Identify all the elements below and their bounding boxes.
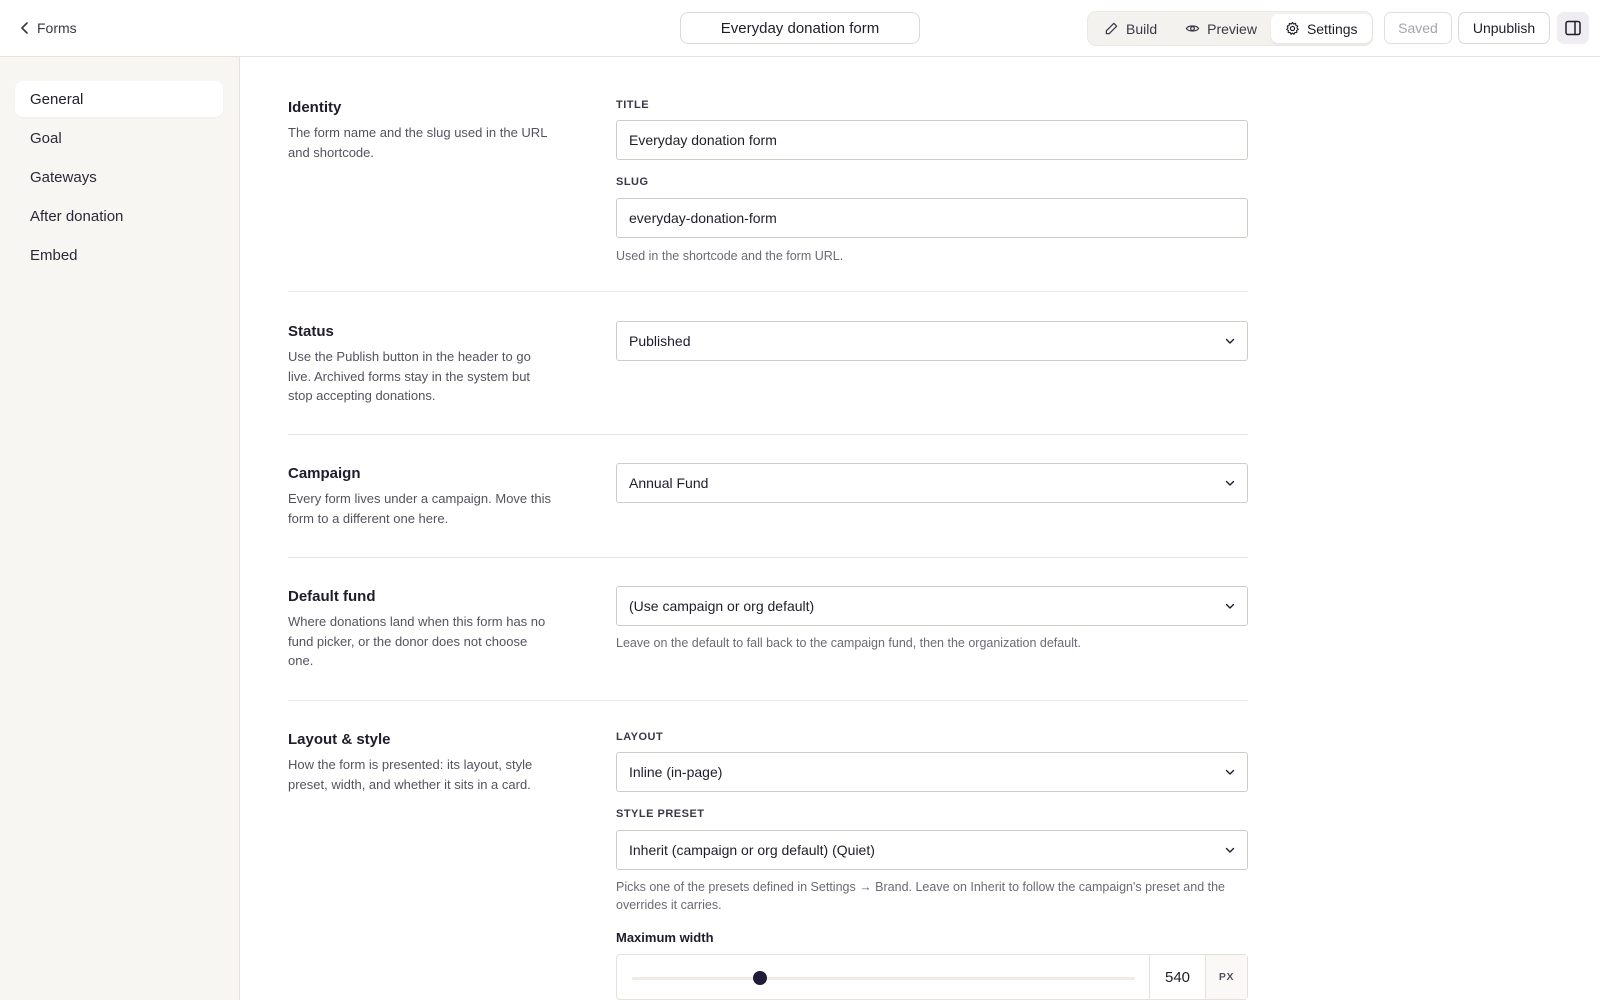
- tab-settings-label: Settings: [1306, 20, 1358, 37]
- style-preset-label: STYLE PRESET: [616, 808, 705, 820]
- sidebar-panel-icon: [1565, 20, 1581, 36]
- campaign-value: Annual Fund: [629, 475, 709, 491]
- unpublish-button[interactable]: Unpublish: [1458, 12, 1550, 44]
- chevron-left-icon: [21, 22, 28, 34]
- eye-icon: [1185, 25, 1200, 32]
- max-width-slider-thumb[interactable]: [753, 971, 768, 985]
- tab-preview-label: Preview: [1207, 20, 1257, 37]
- default-fund-help-text: Leave on the default to fall back to the…: [616, 636, 1081, 650]
- gear-icon: [1286, 21, 1299, 35]
- status-select[interactable]: Published: [616, 321, 1248, 361]
- default-fund-select[interactable]: (Use campaign or org default): [616, 586, 1248, 626]
- chevron-down-icon: [1225, 769, 1235, 775]
- sidebar-item-after-donation[interactable]: After donation: [15, 198, 223, 234]
- max-width-slider-track[interactable]: [632, 977, 1135, 980]
- default-fund-description: Where donations land when this form has …: [288, 614, 546, 669]
- max-width-control: 540 PX: [616, 954, 1248, 1000]
- tab-preview[interactable]: Preview: [1171, 14, 1271, 43]
- sidebar-item-general[interactable]: General: [15, 81, 223, 117]
- section-divider: [288, 557, 1248, 558]
- default-fund-title: Default fund: [288, 588, 376, 605]
- tab-build-label: Build: [1126, 20, 1158, 37]
- saved-button[interactable]: Saved: [1384, 12, 1452, 44]
- toggle-panel-button[interactable]: [1557, 12, 1589, 44]
- form-title-field[interactable]: Everyday donation form: [680, 12, 920, 44]
- style-preset-select[interactable]: Inherit (campaign or org default) (Quiet…: [616, 830, 1248, 870]
- back-to-forms-link[interactable]: Forms: [20, 18, 77, 38]
- back-label: Forms: [37, 20, 77, 36]
- style-preset-help-text: Picks one of the presets defined in Sett…: [616, 880, 1226, 912]
- identity-description: The form name and the slug used in the U…: [288, 125, 547, 160]
- status-description: Use the Publish button in the header to …: [288, 349, 531, 404]
- default-fund-value: (Use campaign or org default): [629, 598, 815, 614]
- tab-settings[interactable]: Settings: [1270, 14, 1372, 43]
- layout-select[interactable]: Inline (in-page): [616, 752, 1248, 792]
- sidebar-item-embed[interactable]: Embed: [15, 237, 223, 273]
- max-width-input[interactable]: 540: [1149, 955, 1205, 999]
- slug-label: SLUG: [616, 176, 649, 188]
- slug-input[interactable]: everyday-donation-form: [616, 198, 1248, 238]
- section-divider: [288, 700, 1248, 701]
- settings-main: Identity The form name and the slug used…: [240, 57, 1600, 1000]
- layout-style-description: How the form is presented: its layout, s…: [288, 757, 533, 792]
- campaign-title: Campaign: [288, 465, 361, 482]
- title-label: TITLE: [616, 99, 650, 111]
- campaign-select[interactable]: Annual Fund: [616, 463, 1248, 503]
- section-divider: [288, 434, 1248, 435]
- layout-value: Inline (in-page): [629, 764, 723, 780]
- layout-label: LAYOUT: [616, 731, 664, 743]
- status-value: Published: [629, 333, 691, 349]
- chevron-down-icon: [1225, 338, 1235, 344]
- sidebar-item-gateways[interactable]: Gateways: [15, 159, 223, 195]
- settings-sidebar: General Goal Gateways After donation Emb…: [0, 57, 240, 1000]
- tab-build[interactable]: Build: [1090, 14, 1171, 43]
- chevron-down-icon: [1225, 847, 1235, 853]
- sidebar-item-goal[interactable]: Goal: [15, 120, 223, 156]
- campaign-description: Every form lives under a campaign. Move …: [288, 491, 551, 526]
- section-divider: [288, 291, 1248, 292]
- pencil-icon: [1105, 22, 1118, 35]
- identity-title: Identity: [288, 99, 342, 116]
- layout-style-title: Layout & style: [288, 731, 391, 748]
- slug-help-text: Used in the shortcode and the form URL.: [616, 249, 844, 263]
- mode-tabs: Build Preview Settings: [1087, 11, 1373, 46]
- max-width-label: Maximum width: [616, 930, 714, 945]
- status-title: Status: [288, 323, 334, 340]
- chevron-down-icon: [1225, 480, 1235, 486]
- style-preset-value: Inherit (campaign or org default) (Quiet…: [629, 842, 875, 858]
- top-bar: Forms Everyday donation form Build Previ…: [0, 0, 1600, 57]
- max-width-unit: PX: [1205, 955, 1247, 999]
- chevron-down-icon: [1225, 603, 1235, 609]
- title-input[interactable]: Everyday donation form: [616, 120, 1248, 160]
